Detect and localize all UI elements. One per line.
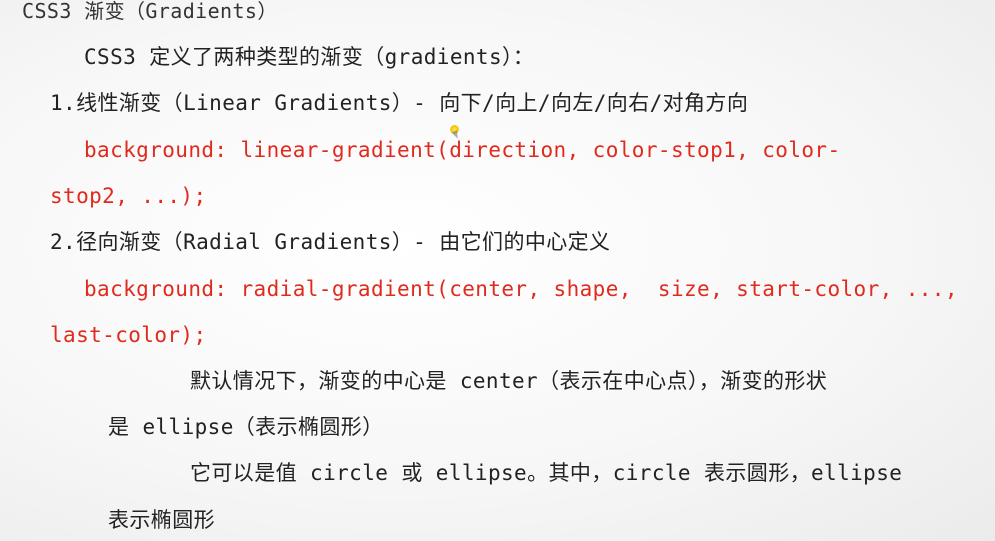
radial-note1-line2: 是 ellipse（表示椭圆形） xyxy=(108,415,384,439)
radial-gradient-code-line2: last-color); xyxy=(50,323,207,347)
linear-gradient-code-line2: stop2, ...); xyxy=(50,184,207,208)
radial-note2-line1: 它可以是值 circle 或 ellipse。其中，circle 表示圆形，el… xyxy=(190,461,903,485)
slide-canvas: CSS3 渐变（Gradients） CSS3 定义了两种类型的渐变（gradi… xyxy=(0,0,995,541)
radial-note1-line1: 默认情况下，渐变的中心是 center（表示在中心点），渐变的形状 xyxy=(190,369,828,393)
intro-text: CSS3 定义了两种类型的渐变（gradients）： xyxy=(84,45,535,69)
slide-title: CSS3 渐变（Gradients） xyxy=(22,0,278,23)
linear-gradient-heading: 1.线性渐变（Linear Gradients）- 向下/向上/向左/向右/对角… xyxy=(50,91,749,115)
radial-gradient-code-line1: background: radial-gradient(center, shap… xyxy=(84,277,958,301)
radial-gradient-heading: 2.径向渐变（Radial Gradients）- 由它们的中心定义 xyxy=(50,230,611,254)
radial-note2-line2: 表示椭圆形 xyxy=(108,508,215,532)
linear-gradient-code-line1: background: linear-gradient(direction, c… xyxy=(84,138,841,162)
